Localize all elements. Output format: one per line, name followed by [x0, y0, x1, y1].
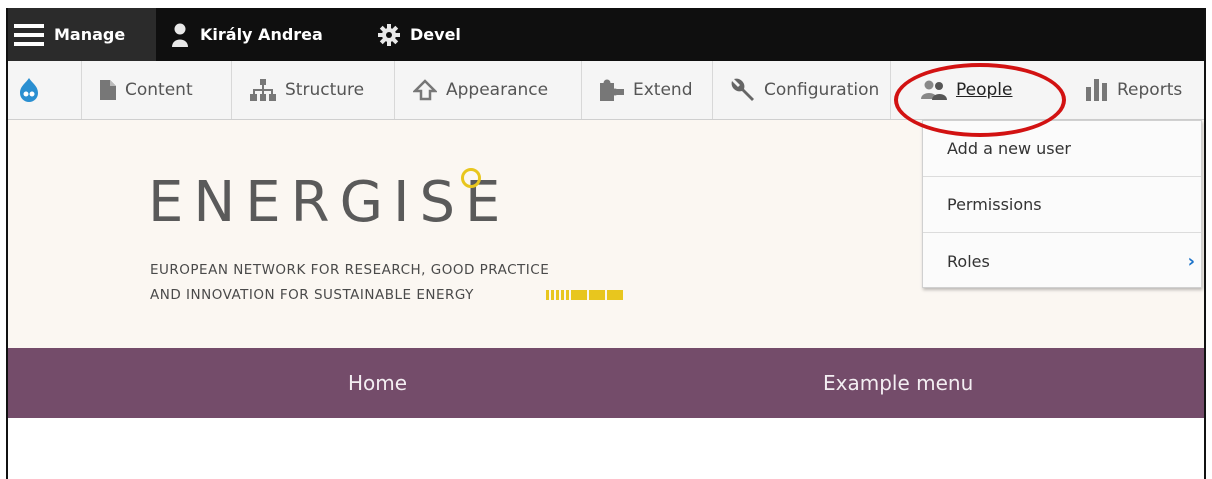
- devel-label: Devel: [410, 25, 461, 44]
- toolbar-configuration[interactable]: Configuration: [713, 61, 891, 119]
- logo-tagline-line1: EUROPEAN NETWORK FOR RESEARCH, GOOD PRAC…: [150, 262, 550, 278]
- gear-icon: [378, 23, 400, 46]
- toolbar-appearance-label: Appearance: [446, 80, 549, 100]
- menu-item-label: Add a new user: [947, 139, 1072, 158]
- user-icon: [170, 23, 190, 47]
- user-account-button[interactable]: Király Andrea: [170, 8, 323, 61]
- drupal-drop-icon: [18, 77, 40, 103]
- file-icon: [100, 80, 116, 100]
- toolbar-reports[interactable]: Reports: [1068, 61, 1204, 119]
- admin-tray: Content Structure Appearance Extend Conf…: [8, 61, 1204, 120]
- puzzle-icon: [600, 79, 624, 101]
- menu-item-permissions[interactable]: Permissions: [923, 177, 1201, 233]
- hamburger-icon: [14, 23, 44, 46]
- toolbar-structure[interactable]: Structure: [232, 61, 395, 119]
- menu-item-roles[interactable]: Roles ›: [923, 233, 1201, 289]
- people-dropdown-menu: Add a new user Permissions Roles ›: [922, 120, 1202, 288]
- sitemap-icon: [250, 79, 276, 101]
- toolbar-extend[interactable]: Extend: [582, 61, 713, 119]
- site-logo[interactable]: ENERGISE: [148, 170, 510, 235]
- manage-label: Manage: [54, 25, 126, 44]
- bar-chart-icon: [1086, 79, 1108, 101]
- toolbar-reports-label: Reports: [1117, 80, 1183, 100]
- menu-item-add-new-user[interactable]: Add a new user: [923, 121, 1201, 177]
- drupal-home-button[interactable]: [8, 61, 82, 119]
- chevron-right-icon[interactable]: ›: [1188, 251, 1195, 272]
- nav-home-link[interactable]: Home: [348, 348, 407, 418]
- toolbar-configuration-label: Configuration: [764, 80, 880, 100]
- toolbar-people[interactable]: People: [903, 61, 1063, 119]
- toolbar-structure-label: Structure: [285, 80, 365, 100]
- logo-bars-graphic: [546, 290, 623, 300]
- toolbar-content[interactable]: Content: [82, 61, 232, 119]
- brush-icon: [413, 79, 437, 101]
- devel-button[interactable]: Devel: [378, 8, 461, 61]
- wrench-icon: [731, 78, 755, 102]
- user-name: Király Andrea: [200, 25, 323, 44]
- main-navigation: Home Example menu: [8, 348, 1204, 418]
- page-body: [8, 418, 1204, 479]
- people-icon: [921, 79, 947, 101]
- logo-bulb-icon: [461, 168, 481, 188]
- manage-button[interactable]: Manage: [8, 8, 156, 61]
- toolbar-content-label: Content: [125, 80, 193, 100]
- toolbar-people-label: People: [956, 80, 1013, 100]
- toolbar-appearance[interactable]: Appearance: [395, 61, 582, 119]
- toolbar-extend-label: Extend: [633, 80, 693, 100]
- menu-item-label: Roles: [947, 251, 990, 271]
- browser-frame: Manage Király Andrea Devel Content Struc…: [6, 8, 1206, 479]
- nav-example-menu-link[interactable]: Example menu: [823, 348, 973, 418]
- logo-tagline-line2: AND INNOVATION FOR SUSTAINABLE ENERGY: [150, 287, 474, 303]
- admin-toolbar: Manage Király Andrea Devel: [8, 8, 1204, 61]
- menu-item-label: Permissions: [947, 195, 1042, 214]
